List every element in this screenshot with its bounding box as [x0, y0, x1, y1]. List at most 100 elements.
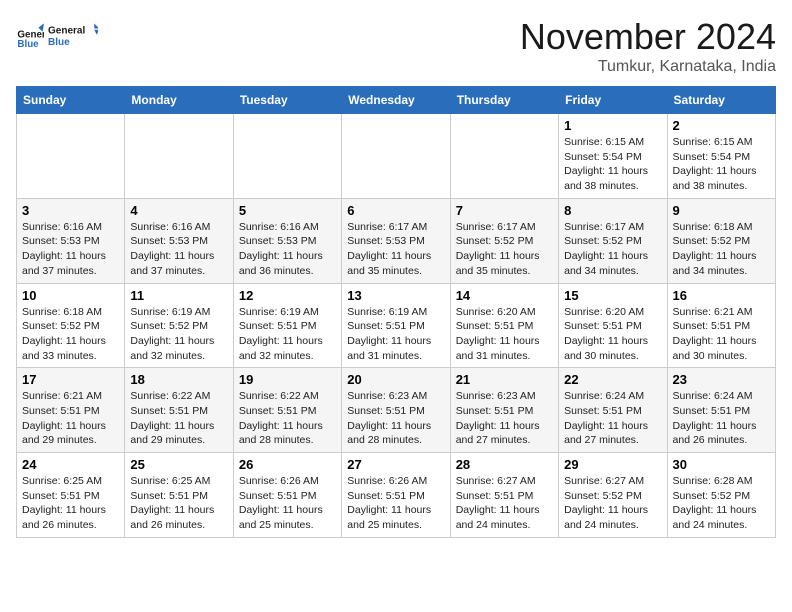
day-details: Sunrise: 6:19 AM Sunset: 5:52 PM Dayligh…	[130, 305, 227, 364]
day-cell: 17Sunrise: 6:21 AM Sunset: 5:51 PM Dayli…	[17, 368, 125, 453]
day-cell: 26 Sunrise: 6:26 AM Sunset: 5:51 PM Dayli…	[233, 453, 341, 538]
day-number: 8	[564, 203, 661, 218]
day-number: 11	[130, 288, 227, 303]
day-details: Sunrise: 6:21 AM Sunset: 5:51 PM Dayligh…	[22, 389, 119, 448]
day-cell: 22 Sunrise: 6:24 AM Sunset: 5:51 PM Dayli…	[559, 368, 667, 453]
day-cell: 29 Sunrise: 6:27 AM Sunset: 5:52 PM Dayli…	[559, 453, 667, 538]
week-row-2: 3Sunrise: 6:16 AM Sunset: 5:53 PM Daylig…	[17, 198, 776, 283]
day-details: Sunrise: 6:25 AM Sunset: 5:51 PM Dayligh…	[22, 474, 119, 533]
day-cell: 21 Sunrise: 6:23 AM Sunset: 5:51 PM Dayli…	[450, 368, 558, 453]
day-details: Sunrise: 6:26 AM Sunset: 5:51 PM Dayligh…	[347, 474, 444, 533]
day-details: Sunrise: 6:15 AM Sunset: 5:54 PM Dayligh…	[564, 135, 661, 194]
day-cell: 10 Sunrise: 6:18 AM Sunset: 5:52 PM Dayli…	[17, 283, 125, 368]
day-number: 20	[347, 372, 444, 387]
day-details: Sunrise: 6:23 AM Sunset: 5:51 PM Dayligh…	[456, 389, 553, 448]
day-cell: 1 Sunrise: 6:15 AM Sunset: 5:54 PM Daylig…	[559, 114, 667, 199]
day-cell: 20 Sunrise: 6:23 AM Sunset: 5:51 PM Dayli…	[342, 368, 450, 453]
day-number: 5	[239, 203, 336, 218]
day-cell: 27 Sunrise: 6:26 AM Sunset: 5:51 PM Dayli…	[342, 453, 450, 538]
col-header-monday: Monday	[125, 87, 233, 114]
col-header-friday: Friday	[559, 87, 667, 114]
day-number: 30	[673, 457, 770, 472]
svg-text:Blue: Blue	[48, 37, 70, 48]
day-number: 9	[673, 203, 770, 218]
day-number: 4	[130, 203, 227, 218]
day-cell: 24Sunrise: 6:25 AM Sunset: 5:51 PM Dayli…	[17, 453, 125, 538]
day-number: 22	[564, 372, 661, 387]
col-header-wednesday: Wednesday	[342, 87, 450, 114]
day-details: Sunrise: 6:18 AM Sunset: 5:52 PM Dayligh…	[673, 220, 770, 279]
location: Tumkur, Karnataka, India	[520, 58, 776, 76]
day-details: Sunrise: 6:22 AM Sunset: 5:51 PM Dayligh…	[239, 389, 336, 448]
day-details: Sunrise: 6:24 AM Sunset: 5:51 PM Dayligh…	[673, 389, 770, 448]
col-header-saturday: Saturday	[667, 87, 775, 114]
day-cell	[17, 114, 125, 199]
day-number: 12	[239, 288, 336, 303]
day-details: Sunrise: 6:18 AM Sunset: 5:52 PM Dayligh…	[22, 305, 119, 364]
col-header-tuesday: Tuesday	[233, 87, 341, 114]
day-cell: 12 Sunrise: 6:19 AM Sunset: 5:51 PM Dayli…	[233, 283, 341, 368]
day-number: 18	[130, 372, 227, 387]
day-details: Sunrise: 6:24 AM Sunset: 5:51 PM Dayligh…	[564, 389, 661, 448]
week-row-3: 10 Sunrise: 6:18 AM Sunset: 5:52 PM Dayli…	[17, 283, 776, 368]
day-number: 21	[456, 372, 553, 387]
day-cell: 9 Sunrise: 6:18 AM Sunset: 5:52 PM Daylig…	[667, 198, 775, 283]
day-details: Sunrise: 6:16 AM Sunset: 5:53 PM Dayligh…	[130, 220, 227, 279]
calendar-table: SundayMondayTuesdayWednesdayThursdayFrid…	[16, 86, 776, 538]
day-details: Sunrise: 6:19 AM Sunset: 5:51 PM Dayligh…	[239, 305, 336, 364]
general-blue-logo-svg: General Blue	[48, 16, 98, 56]
day-number: 19	[239, 372, 336, 387]
day-cell: 13Sunrise: 6:19 AM Sunset: 5:51 PM Dayli…	[342, 283, 450, 368]
title-area: November 2024 Tumkur, Karnataka, India	[520, 16, 776, 76]
day-cell: 16Sunrise: 6:21 AM Sunset: 5:51 PM Dayli…	[667, 283, 775, 368]
day-cell: 11 Sunrise: 6:19 AM Sunset: 5:52 PM Dayli…	[125, 283, 233, 368]
day-number: 15	[564, 288, 661, 303]
day-details: Sunrise: 6:16 AM Sunset: 5:53 PM Dayligh…	[22, 220, 119, 279]
day-details: Sunrise: 6:20 AM Sunset: 5:51 PM Dayligh…	[456, 305, 553, 364]
day-cell: 19 Sunrise: 6:22 AM Sunset: 5:51 PM Dayli…	[233, 368, 341, 453]
day-cell	[342, 114, 450, 199]
day-details: Sunrise: 6:20 AM Sunset: 5:51 PM Dayligh…	[564, 305, 661, 364]
day-details: Sunrise: 6:23 AM Sunset: 5:51 PM Dayligh…	[347, 389, 444, 448]
day-cell: 18Sunrise: 6:22 AM Sunset: 5:51 PM Dayli…	[125, 368, 233, 453]
day-cell: 25Sunrise: 6:25 AM Sunset: 5:51 PM Dayli…	[125, 453, 233, 538]
day-number: 29	[564, 457, 661, 472]
svg-text:Blue: Blue	[17, 39, 39, 50]
day-details: Sunrise: 6:16 AM Sunset: 5:53 PM Dayligh…	[239, 220, 336, 279]
day-details: Sunrise: 6:27 AM Sunset: 5:52 PM Dayligh…	[564, 474, 661, 533]
day-cell	[233, 114, 341, 199]
calendar-body: 1 Sunrise: 6:15 AM Sunset: 5:54 PM Daylig…	[17, 114, 776, 538]
day-cell: 2Sunrise: 6:15 AM Sunset: 5:54 PM Daylig…	[667, 114, 775, 199]
day-number: 27	[347, 457, 444, 472]
day-cell: 6Sunrise: 6:17 AM Sunset: 5:53 PM Daylig…	[342, 198, 450, 283]
day-number: 25	[130, 457, 227, 472]
day-number: 23	[673, 372, 770, 387]
col-header-thursday: Thursday	[450, 87, 558, 114]
day-cell: 14 Sunrise: 6:20 AM Sunset: 5:51 PM Dayli…	[450, 283, 558, 368]
day-cell: 7Sunrise: 6:17 AM Sunset: 5:52 PM Daylig…	[450, 198, 558, 283]
week-row-5: 24Sunrise: 6:25 AM Sunset: 5:51 PM Dayli…	[17, 453, 776, 538]
day-number: 2	[673, 118, 770, 133]
day-number: 28	[456, 457, 553, 472]
day-cell: 3Sunrise: 6:16 AM Sunset: 5:53 PM Daylig…	[17, 198, 125, 283]
day-number: 16	[673, 288, 770, 303]
day-number: 10	[22, 288, 119, 303]
day-number: 6	[347, 203, 444, 218]
day-number: 14	[456, 288, 553, 303]
day-cell: 4 Sunrise: 6:16 AM Sunset: 5:53 PM Daylig…	[125, 198, 233, 283]
header: General Blue General Blue November 2024 …	[16, 16, 776, 76]
day-details: Sunrise: 6:27 AM Sunset: 5:51 PM Dayligh…	[456, 474, 553, 533]
day-cell	[450, 114, 558, 199]
day-number: 26	[239, 457, 336, 472]
logo-icon: General Blue	[16, 22, 44, 50]
logo: General Blue General Blue	[16, 16, 98, 56]
svg-text:General: General	[48, 26, 85, 37]
day-details: Sunrise: 6:17 AM Sunset: 5:52 PM Dayligh…	[564, 220, 661, 279]
calendar-header-row: SundayMondayTuesdayWednesdayThursdayFrid…	[17, 87, 776, 114]
day-details: Sunrise: 6:28 AM Sunset: 5:52 PM Dayligh…	[673, 474, 770, 533]
day-cell: 28 Sunrise: 6:27 AM Sunset: 5:51 PM Dayli…	[450, 453, 558, 538]
day-cell: 23 Sunrise: 6:24 AM Sunset: 5:51 PM Dayli…	[667, 368, 775, 453]
day-cell: 5 Sunrise: 6:16 AM Sunset: 5:53 PM Daylig…	[233, 198, 341, 283]
day-number: 1	[564, 118, 661, 133]
day-details: Sunrise: 6:26 AM Sunset: 5:51 PM Dayligh…	[239, 474, 336, 533]
